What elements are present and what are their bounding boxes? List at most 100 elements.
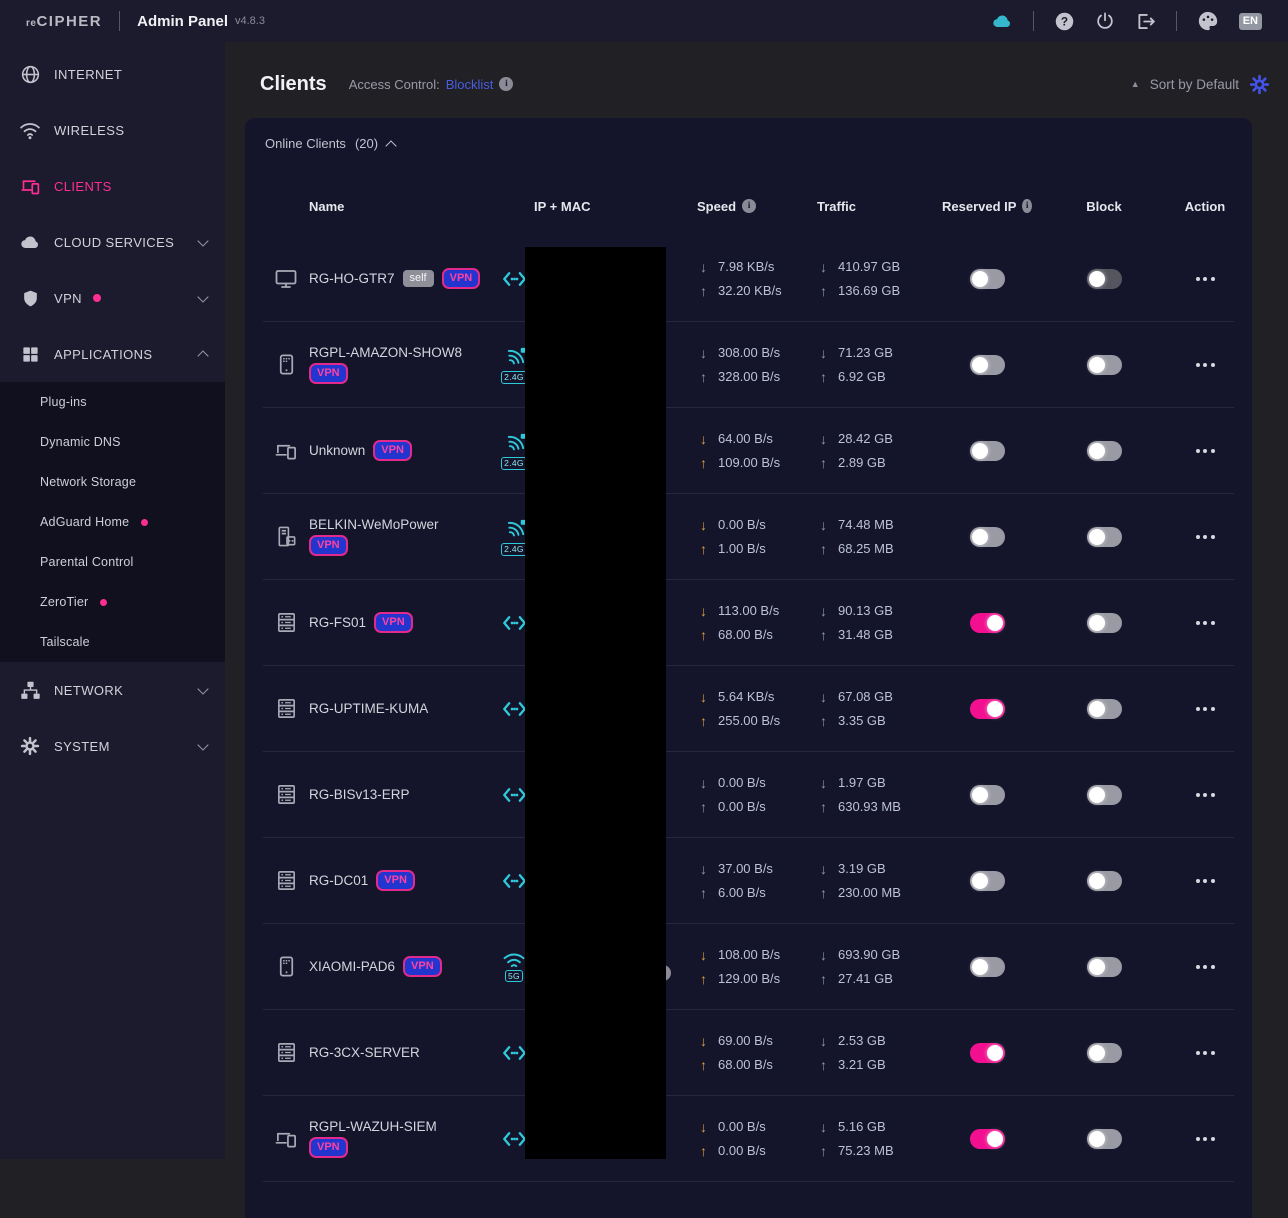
reserved-ip-toggle[interactable]: [970, 957, 1005, 977]
sidebar-subitem-tailscale[interactable]: Tailscale: [0, 622, 225, 662]
sidebar-subitem-plug-ins[interactable]: Plug-ins: [0, 382, 225, 422]
row-actions-button[interactable]: [1176, 707, 1234, 711]
reserved-ip-toggle[interactable]: [970, 1129, 1005, 1149]
vpn-badge: VPN: [309, 1137, 348, 1157]
block-toggle[interactable]: [1087, 269, 1122, 289]
sidebar-subitem-parental-control[interactable]: Parental Control: [0, 542, 225, 582]
vpn-badge: VPN: [373, 440, 412, 460]
reserved-ip-toggle[interactable]: [970, 871, 1005, 891]
sidebar-subitem-adguard-home[interactable]: AdGuard Home: [0, 502, 225, 542]
sort-label: Sort by Default: [1150, 77, 1239, 92]
info-icon[interactable]: i: [1022, 199, 1032, 213]
speed-up: 0.00 B/s: [718, 1143, 766, 1158]
table-row: Unknown VPN 2.4G ↓64.00 B/s ↑109.00 B/s …: [263, 408, 1234, 494]
block-toggle[interactable]: [1087, 957, 1122, 977]
block-toggle[interactable]: [1087, 871, 1122, 891]
traffic-down: 90.13 GB: [838, 603, 893, 618]
block-toggle[interactable]: [1087, 785, 1122, 805]
brand-logo: reCIPHER: [26, 13, 102, 30]
speed-up: 6.00 B/s: [718, 885, 766, 900]
reserved-ip-toggle[interactable]: [970, 441, 1005, 461]
connection-icon: [501, 873, 528, 889]
row-actions-button[interactable]: [1176, 965, 1234, 969]
column-header-name[interactable]: Name: [309, 199, 494, 214]
row-actions-button[interactable]: [1176, 1051, 1234, 1055]
sort-button[interactable]: ▲ Sort by Default: [1131, 77, 1239, 92]
block-toggle[interactable]: [1087, 1129, 1122, 1149]
row-actions-button[interactable]: [1176, 277, 1234, 281]
reserved-ip-toggle[interactable]: [970, 355, 1005, 375]
client-name: RG-DC01: [309, 873, 368, 888]
block-toggle[interactable]: [1087, 527, 1122, 547]
top-bar: reCIPHER Admin Panel v4.8.3 ? EN: [0, 0, 1288, 42]
logout-icon[interactable]: [1135, 11, 1156, 32]
block-toggle[interactable]: [1087, 699, 1122, 719]
block-toggle[interactable]: [1087, 613, 1122, 633]
sidebar-item-cloud-services[interactable]: CLOUD SERVICES: [0, 214, 225, 270]
reserved-ip-toggle[interactable]: [970, 527, 1005, 547]
sidebar-item-system[interactable]: SYSTEM: [0, 718, 225, 774]
sidebar-subitem-label: Parental Control: [40, 555, 134, 569]
reserved-ip-toggle[interactable]: [970, 785, 1005, 805]
reserved-ip-toggle[interactable]: [970, 269, 1005, 289]
block-toggle[interactable]: [1087, 441, 1122, 461]
speed-cell: ↓64.00 B/s ↑109.00 B/s: [697, 427, 817, 475]
sidebar-item-clients[interactable]: CLIENTS: [0, 158, 225, 214]
column-header-ip-mac[interactable]: IP + MAC: [534, 199, 697, 214]
sidebar-item-vpn[interactable]: VPN: [0, 270, 225, 326]
column-header-block[interactable]: Block: [1032, 199, 1176, 214]
vpn-badge: VPN: [309, 363, 348, 383]
row-actions-button[interactable]: [1176, 1137, 1234, 1141]
row-actions-button[interactable]: [1176, 449, 1234, 453]
info-icon[interactable]: i: [499, 77, 513, 91]
traffic-cell: ↓71.23 GB ↑6.92 GB: [817, 341, 942, 389]
row-actions-button[interactable]: [1176, 879, 1234, 883]
column-header-action[interactable]: Action: [1176, 199, 1234, 214]
reserved-ip-toggle[interactable]: [970, 613, 1005, 633]
client-name: BELKIN-WeMoPower: [309, 517, 439, 532]
reboot-icon[interactable]: [1095, 11, 1115, 31]
sidebar-item-wireless[interactable]: WIRELESS: [0, 102, 225, 158]
cloud-status-icon[interactable]: [991, 10, 1013, 32]
download-arrow-icon: ↓: [697, 1033, 710, 1049]
wifi-band-badge: 2.4G: [501, 457, 527, 470]
table-row: RGPL-WAZUH-SIEM VPN ↓0.00 B/s ↑0.00 B/s …: [263, 1096, 1234, 1182]
help-icon[interactable]: ?: [1054, 11, 1075, 32]
sidebar-item-internet[interactable]: INTERNET: [0, 46, 225, 102]
client-name: RG-3CX-SERVER: [309, 1045, 420, 1060]
online-clients-section-toggle[interactable]: Online Clients (20): [265, 136, 395, 151]
vpn-badge: VPN: [309, 535, 348, 555]
sidebar-item-network[interactable]: NETWORK: [0, 662, 225, 718]
row-actions-button[interactable]: [1176, 363, 1234, 367]
table-row: RG-DC01 VPN ↓37.00 B/s ↑6.00 B/s ↓3.19 G…: [263, 838, 1234, 924]
sidebar-subitem-label: AdGuard Home: [40, 515, 129, 529]
sidebar-subitem-network-storage[interactable]: Network Storage: [0, 462, 225, 502]
reserved-ip-toggle[interactable]: [970, 1043, 1005, 1063]
traffic-up: 630.93 MB: [838, 799, 901, 814]
row-actions-button[interactable]: [1176, 621, 1234, 625]
table-settings-gear-icon[interactable]: [1249, 74, 1270, 95]
reserved-ip-toggle[interactable]: [970, 699, 1005, 719]
access-control-link[interactable]: Blocklist: [446, 77, 494, 92]
traffic-cell: ↓2.53 GB ↑3.21 GB: [817, 1029, 942, 1077]
client-name: RGPL-WAZUH-SIEM: [309, 1119, 437, 1134]
sidebar-item-applications[interactable]: APPLICATIONS: [0, 326, 225, 382]
download-arrow-icon: ↓: [817, 861, 830, 877]
info-icon[interactable]: i: [742, 199, 756, 213]
theme-palette-icon[interactable]: [1197, 10, 1219, 32]
block-toggle[interactable]: [1087, 1043, 1122, 1063]
row-actions-button[interactable]: [1176, 793, 1234, 797]
upload-arrow-icon: ↑: [697, 627, 710, 643]
main-content: Clients Access Control: Blocklist i ▲ So…: [225, 42, 1288, 1159]
wifi-band-badge: 5G: [505, 970, 523, 983]
column-header-reserved-ip[interactable]: Reserved IPi: [942, 199, 1032, 214]
language-badge[interactable]: EN: [1239, 13, 1262, 30]
traffic-cell: ↓5.16 GB ↑75.23 MB: [817, 1115, 942, 1163]
column-header-traffic[interactable]: Traffic: [817, 199, 942, 214]
sidebar-subitem-dynamic-dns[interactable]: Dynamic DNS: [0, 422, 225, 462]
row-actions-button[interactable]: [1176, 535, 1234, 539]
block-toggle[interactable]: [1087, 355, 1122, 375]
sidebar-subitem-zerotier[interactable]: ZeroTier: [0, 582, 225, 622]
speed-up: 68.00 B/s: [718, 627, 773, 642]
column-header-speed[interactable]: Speedi: [697, 199, 817, 214]
